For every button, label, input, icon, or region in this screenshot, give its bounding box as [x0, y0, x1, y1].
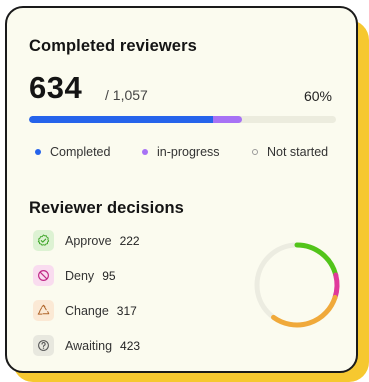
legend-in-progress-label: in-progress [157, 145, 220, 159]
donut-segment-approve [294, 242, 339, 278]
legend-in-progress: in-progress [142, 145, 220, 159]
completed-count: 634 [29, 70, 83, 105]
check-badge-icon [33, 230, 54, 251]
question-circle-icon [33, 335, 54, 356]
decision-approve: Approve 222 [33, 230, 140, 251]
decision-approve-count: 222 [119, 233, 140, 248]
decisions-donut-chart [254, 242, 340, 328]
decision-approve-label: Approve [65, 233, 112, 248]
progress-bar-completed [29, 116, 214, 123]
decision-deny: Deny 95 [33, 265, 116, 286]
prohibited-icon [33, 265, 54, 286]
total-count: / 1,057 [105, 87, 148, 103]
decision-deny-label: Deny [65, 268, 95, 283]
decision-deny-count: 95 [102, 268, 116, 283]
decision-awaiting-label: Awaiting [65, 338, 113, 353]
reviewer-decisions-title: Reviewer decisions [29, 199, 184, 217]
decision-change-count: 317 [116, 303, 137, 318]
hollow-dot-icon [252, 149, 258, 155]
progress-bar [29, 116, 336, 123]
decision-awaiting-count: 423 [120, 338, 141, 353]
decision-awaiting: Awaiting 423 [33, 335, 140, 356]
donut-segment-deny [332, 272, 340, 300]
donut-segment-change [271, 294, 338, 328]
legend-completed: Completed [35, 145, 110, 159]
completed-reviewers-title: Completed reviewers [29, 37, 197, 55]
blue-dot-icon [35, 149, 41, 155]
completed-percent: 60% [303, 88, 332, 104]
decision-change-label: Change [65, 303, 109, 318]
reviewers-card: Completed reviewers 634 / 1,057 60% Comp… [5, 6, 358, 373]
recycle-icon [33, 300, 54, 321]
purple-dot-icon [142, 149, 148, 155]
widget-stage: Completed reviewers 634 / 1,057 60% Comp… [0, 0, 369, 382]
decision-change: Change 317 [33, 300, 137, 321]
legend-not-started-label: Not started [267, 145, 329, 159]
progress-bar-in-progress [213, 116, 243, 123]
legend-not-started: Not started [252, 145, 328, 159]
legend-completed-label: Completed [50, 145, 111, 159]
